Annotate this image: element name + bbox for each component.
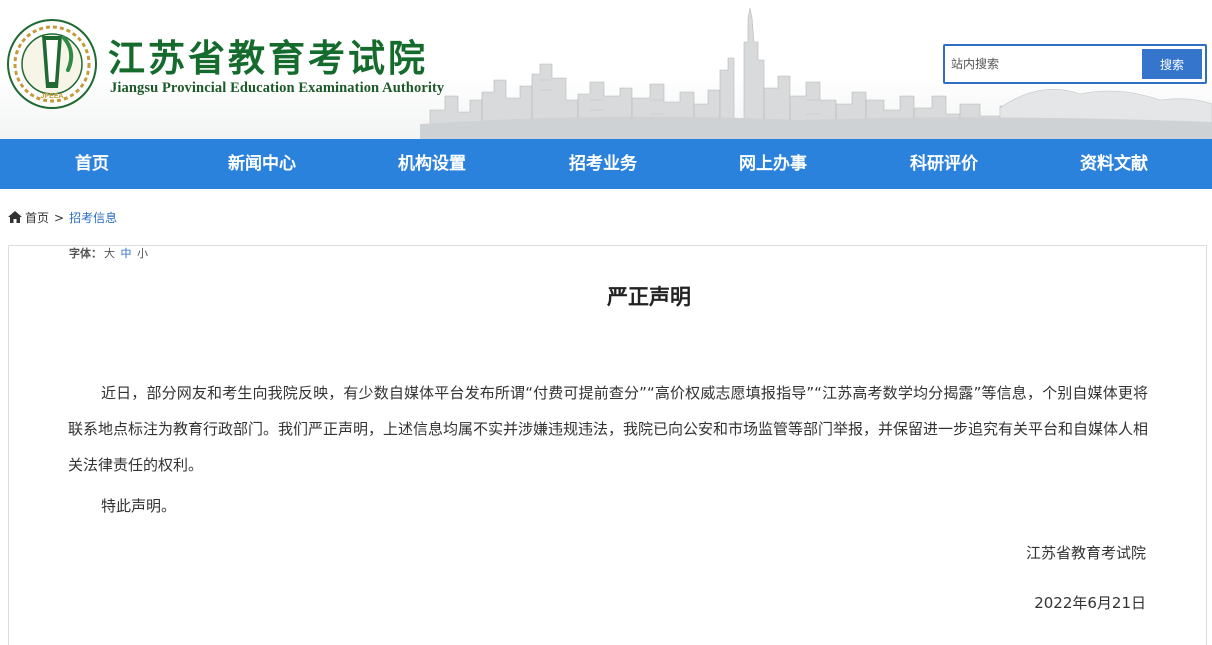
site-header: JPEEA 江苏省教育考试院 Jiangsu Provincial Educat…: [0, 0, 1212, 139]
breadcrumb: 首页 > 招考信息: [8, 208, 117, 228]
institution-emblem: JPEEA: [7, 19, 97, 109]
site-title-en: Jiangsu Provincial Education Examination…: [110, 80, 445, 96]
font-size-label: 字体：: [69, 247, 102, 260]
breadcrumb-separator: >: [54, 211, 65, 225]
article-paragraph: 特此声明。: [101, 497, 177, 515]
nav-item-home[interactable]: 首页: [22, 139, 162, 189]
breadcrumb-home[interactable]: 首页: [25, 211, 49, 225]
main-nav: 首页 新闻中心 机构设置 招考业务 网上办事 科研评价 资料文献: [0, 139, 1212, 189]
article-signature: 江苏省教育考试院: [1025, 544, 1146, 562]
font-size-medium[interactable]: 中: [121, 247, 132, 260]
search-input[interactable]: [951, 49, 1137, 79]
nav-item-news[interactable]: 新闻中心: [192, 139, 332, 189]
nav-item-admissions[interactable]: 招考业务: [533, 139, 673, 189]
home-icon: [8, 211, 22, 223]
breadcrumb-current[interactable]: 招考信息: [69, 211, 117, 225]
article-title: 严正声明: [607, 285, 691, 309]
font-size-large[interactable]: 大: [104, 247, 115, 260]
article-paragraph: 近日，部分网友和考生向我院反映，有少数自媒体平台发布所谓“付费可提前查分”“高价…: [68, 384, 1149, 474]
emblem-text: JPEEA: [41, 93, 64, 100]
article-date: 2022年6月21日: [1034, 594, 1146, 612]
font-size-small[interactable]: 小: [137, 247, 148, 260]
search-box: 搜索: [943, 44, 1207, 84]
search-button[interactable]: 搜索: [1142, 49, 1202, 79]
article-container: 字体：大 中 小 严正声明 近日，部分网友和考生向我院反映，有少数自媒体平台发布…: [8, 245, 1207, 645]
nav-item-research[interactable]: 科研评价: [874, 139, 1014, 189]
site-title-cn: 江苏省教育考试院: [108, 37, 428, 80]
nav-item-online-services[interactable]: 网上办事: [703, 139, 843, 189]
nav-item-resources[interactable]: 资料文献: [1044, 139, 1184, 189]
font-size-selector: 字体：大 中 小: [69, 246, 148, 262]
nav-item-organization[interactable]: 机构设置: [362, 139, 502, 189]
